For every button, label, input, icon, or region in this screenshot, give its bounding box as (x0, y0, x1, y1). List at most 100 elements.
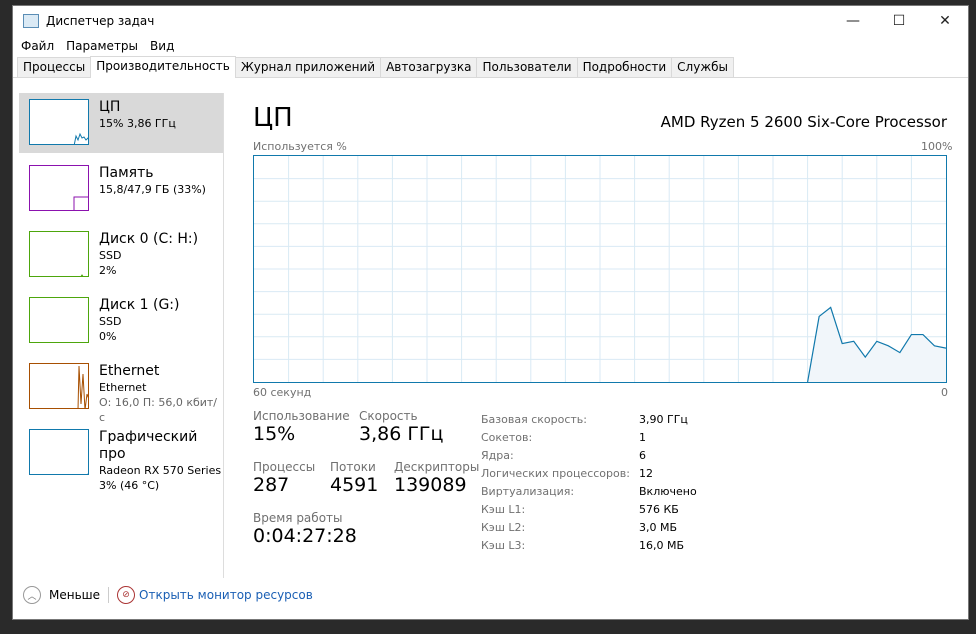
info-value: 3,90 ГГц (639, 413, 688, 426)
device-list: ЦП 15% 3,86 ГГц Память 15,8/47,9 ГБ (33%… (19, 93, 224, 578)
info-row: Сокетов: 1 (481, 431, 697, 449)
device-detail-2: 2% (99, 264, 117, 277)
y-axis-label: Используется % (253, 140, 347, 153)
handles-stat: Дескрипторы 139089 (394, 460, 479, 496)
title-bar: Диспетчер задач — ☐ ✕ (13, 6, 968, 36)
footer: ︿ Меньше ⊘ Открыть монитор ресурсов (23, 586, 313, 604)
device-name: ЦП (99, 99, 121, 115)
tab-processes[interactable]: Процессы (17, 57, 92, 77)
info-row: Базовая скорость: 3,90 ГГц (481, 413, 697, 431)
info-value: 1 (639, 431, 646, 444)
device-thumbnail-graph (29, 363, 91, 411)
uptime-value: 0:04:27:28 (253, 525, 357, 547)
menu-bar: Файл Параметры Вид (13, 36, 968, 56)
menu-file[interactable]: Файл (21, 39, 54, 53)
uptime-label: Время работы (253, 511, 343, 525)
fewer-details-button[interactable]: Меньше (49, 588, 100, 602)
maximize-button[interactable]: ☐ (876, 6, 922, 36)
uptime-stat: Время работы 0:04:27:28 (253, 511, 357, 547)
device-thumbnail-graph (29, 297, 89, 343)
y-max-label: 100% (921, 140, 953, 153)
info-row: Кэш L2: 3,0 МБ (481, 521, 697, 539)
device-thumbnail-graph (29, 231, 89, 279)
processes-stat: Процессы 287 (253, 460, 315, 496)
device-thumbnail-graph (29, 165, 90, 212)
device-name: Ethernet (99, 363, 160, 379)
device-item[interactable]: Ethernet Ethernet О: 16,0 П: 56,0 кбит/с (19, 357, 223, 424)
device-thumbnail-graph (29, 429, 91, 477)
device-item[interactable]: ЦП 15% 3,86 ГГц (19, 93, 223, 153)
tab-details[interactable]: Подробности (576, 57, 673, 77)
device-item[interactable]: Память 15,8/47,9 ГБ (33%) (19, 159, 223, 225)
info-row: Кэш L3: 16,0 МБ (481, 539, 697, 557)
tab-app-history[interactable]: Журнал приложений (234, 57, 382, 77)
cpu-model: AMD Ryzen 5 2600 Six-Core Processor (660, 113, 947, 131)
info-row: Логических процессоров: 12 (481, 467, 697, 485)
device-item[interactable]: Диск 1 (G:) SSD 0% (19, 291, 223, 357)
device-detail-2: 0% (99, 330, 117, 343)
usage-value: 15% (253, 423, 296, 445)
info-key: Кэш L1: (481, 503, 526, 516)
device-item[interactable]: Графический про Radeon RX 570 Series 3% … (19, 423, 223, 492)
task-manager-window: Диспетчер задач — ☐ ✕ Файл Параметры Вид… (12, 5, 969, 620)
cpu-usage-graph (253, 155, 947, 383)
info-row: Кэш L1: 576 КБ (481, 503, 697, 521)
device-detail: Radeon RX 570 Series (99, 464, 222, 477)
page-title: ЦП (253, 103, 293, 133)
handles-value: 139089 (394, 474, 467, 496)
info-key: Логических процессоров: (481, 467, 630, 480)
minimize-button[interactable]: — (830, 6, 876, 36)
close-button[interactable]: ✕ (922, 6, 968, 36)
info-row: Виртуализация: Включено (481, 485, 697, 503)
device-name: Память (99, 165, 154, 181)
chevron-up-icon[interactable]: ︿ (23, 586, 41, 604)
info-value: Включено (639, 485, 697, 498)
device-name: Диск 0 (C: H:) (99, 231, 199, 247)
x-left-label: 60 секунд (253, 386, 312, 399)
info-key: Ядра: (481, 449, 514, 462)
cpu-info-table: Базовая скорость: 3,90 ГГц Сокетов: 1 Ядра: 6… (481, 413, 697, 557)
threads-value: 4591 (330, 474, 379, 496)
x-right-label: 0 (941, 386, 948, 399)
threads-label: Потоки (330, 460, 376, 474)
menu-options[interactable]: Параметры (66, 39, 138, 53)
tab-performance[interactable]: Производительность (90, 56, 236, 78)
device-detail: SSD (99, 249, 122, 262)
menu-view[interactable]: Вид (150, 39, 174, 53)
task-manager-icon (23, 14, 39, 28)
info-value: 576 КБ (639, 503, 679, 516)
tab-bar: Процессы Производительность Журнал прило… (13, 56, 968, 78)
info-row: Ядра: 6 (481, 449, 697, 467)
device-detail: 15,8/47,9 ГБ (33%) (99, 183, 206, 196)
open-resource-monitor-link[interactable]: Открыть монитор ресурсов (139, 588, 313, 602)
processes-label: Процессы (253, 460, 316, 474)
handles-label: Дескрипторы (394, 460, 480, 474)
device-name: Диск 1 (G:) (99, 297, 180, 313)
threads-stat: Потоки 4591 (330, 460, 378, 496)
window-title: Диспетчер задач (46, 14, 155, 28)
info-key: Кэш L3: (481, 539, 526, 552)
info-value: 16,0 МБ (639, 539, 685, 552)
info-key: Виртуализация: (481, 485, 575, 498)
info-value: 3,0 МБ (639, 521, 678, 534)
usage-stat: Использование 15% (253, 409, 350, 445)
device-item[interactable]: Диск 0 (C: H:) SSD 2% (19, 225, 223, 291)
speed-label: Скорость (359, 409, 418, 423)
device-detail: SSD (99, 315, 122, 328)
tab-services[interactable]: Службы (671, 57, 735, 77)
info-value: 6 (639, 449, 646, 462)
device-name: Графический про (99, 429, 198, 462)
resource-monitor-icon: ⊘ (117, 586, 136, 604)
info-key: Базовая скорость: (481, 413, 587, 426)
speed-stat: Скорость 3,86 ГГц (359, 409, 443, 445)
speed-value: 3,86 ГГц (359, 423, 444, 445)
device-detail-2: О: 16,0 П: 56,0 кбит/с (99, 396, 218, 424)
device-detail: Ethernet (99, 381, 147, 394)
processes-value: 287 (253, 474, 290, 496)
device-detail-2: 3% (46 °C) (99, 479, 160, 492)
info-key: Сокетов: (481, 431, 533, 444)
info-value: 12 (639, 467, 653, 480)
tab-users[interactable]: Пользователи (476, 57, 578, 77)
info-key: Кэш L2: (481, 521, 526, 534)
tab-startup[interactable]: Автозагрузка (380, 57, 478, 77)
